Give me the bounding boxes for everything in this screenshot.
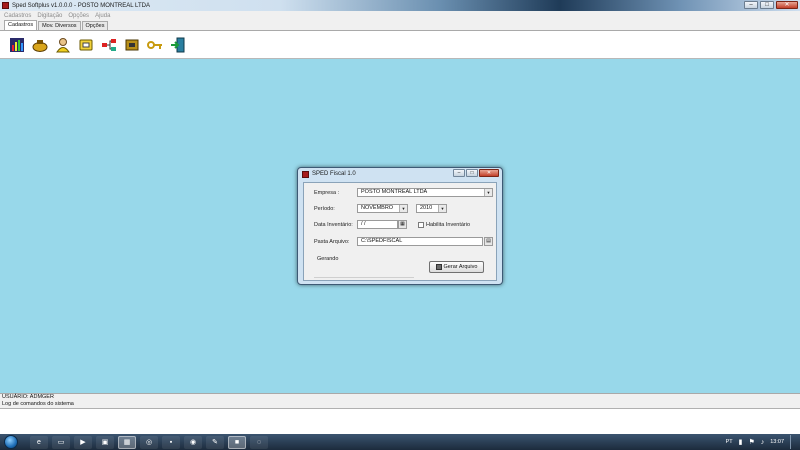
box-icon[interactable] [123,36,140,53]
tab-cadastros[interactable]: Cadastros [4,20,38,30]
tab-mov-diversos[interactable]: Mov. Diversos [38,21,81,30]
tool-taskbar-icon[interactable]: ✎ [206,435,224,449]
ie-taskbar-icon[interactable]: e [30,435,48,449]
calendar-icon[interactable]: ▦ [398,220,407,229]
mes-select[interactable]: NOVEMBRO ▼ [357,204,408,213]
sped-fiscal-dialog: SPED Fiscal 1.0 – □ ✕ Empresa : POSTO MO… [297,167,503,285]
dialog-app-icon [302,170,309,178]
data-inventario-label: Data Inventário: [314,222,353,228]
system-tray: PT ▮ ⚑ ♪ 13:07 [726,434,796,450]
chevron-down-icon[interactable]: ▼ [484,189,492,196]
dialog-minimize-button[interactable]: – [453,169,465,177]
ano-value: 2010 [420,205,433,211]
exit-icon[interactable] [169,36,186,53]
disk-icon [435,264,442,270]
chevron-down-icon[interactable]: ▼ [399,205,407,212]
ano-select[interactable]: 2010 ▼ [416,204,447,213]
minimize-button[interactable]: – [744,1,758,9]
start-button[interactable] [4,435,18,449]
gerar-arquivo-button[interactable]: Gerar Arquivo [429,261,484,273]
habilita-inventario-checkbox[interactable] [418,222,424,228]
menu-opcoes[interactable]: Opções [68,13,89,19]
keys-icon[interactable] [146,36,163,53]
window-controls: – □ ✕ [744,1,798,9]
window-taskbar-icon[interactable]: ▦ [118,435,136,449]
mes-value: NOVEMBRO [361,205,394,211]
dialog-maximize-button[interactable]: □ [466,169,478,177]
log-caption: Log de comandos do sistema [0,401,800,408]
toolbar [0,31,800,59]
log-area[interactable] [0,408,800,434]
dialog-close-button[interactable]: ✕ [479,169,499,177]
explorer-taskbar-icon[interactable]: ▭ [52,435,70,449]
menu-digitacao[interactable]: Digitação [37,13,62,19]
show-desktop-button[interactable] [790,435,796,449]
taskbar: e ▭ ▶ ▣ ▦ ◎ ▪ ◉ ✎ ■ ◌ PT ▮ ⚑ ♪ 13:07 [0,434,800,450]
language-indicator[interactable]: PT [726,439,733,445]
periodo-label: Período: [314,206,335,212]
data-inventario-input[interactable]: / / [357,220,398,229]
volume-tray-icon[interactable]: ♪ [761,439,765,446]
dialog-body: Empresa : POSTO MONTREAL LTDA ▼ Período:… [303,182,497,281]
menu-cadastros[interactable]: Cadastros [4,13,31,19]
window-title: Sped Softplus v1.0.0.0 - POSTO MONTREAL … [12,2,150,9]
tab-opcoes[interactable]: Opções [81,21,109,30]
status-text: Gerando [317,256,339,262]
user-icon[interactable] [54,36,71,53]
habilita-inventario-label: Habilita Inventário [426,222,471,228]
clock[interactable]: 13:07 [770,439,784,445]
app-taskbar-icon[interactable]: ▣ [96,435,114,449]
maximize-button[interactable]: □ [760,1,774,9]
empresa-value: POSTO MONTREAL LTDA [361,189,428,195]
pasta-arquivo-label: Pasta Arquivo: [314,239,350,245]
bag-icon[interactable] [31,36,48,53]
network-icon[interactable] [100,36,117,53]
flag-tray-icon[interactable]: ⚑ [748,438,754,446]
chart-icon[interactable] [8,36,25,53]
user-status-bar: USUÁRIO: ADMGER [0,393,800,401]
folder-icon[interactable] [77,36,94,53]
dialog-titlebar: SPED Fiscal 1.0 – □ ✕ [298,168,502,180]
sped-taskbar-icon[interactable]: ■ [228,435,246,449]
globe-taskbar-icon[interactable]: ◎ [140,435,158,449]
empresa-label: Empresa : [314,190,340,196]
chevron-down-icon[interactable]: ▼ [438,205,446,212]
menu-ajuda[interactable]: Ajuda [95,13,110,19]
close-button[interactable]: ✕ [776,1,798,9]
taskbar-items: e ▭ ▶ ▣ ▦ ◎ ▪ ◉ ✎ ■ ◌ [30,435,268,449]
gerar-arquivo-label: Gerar Arquivo [443,264,478,270]
status-divider [314,277,414,278]
app-icon [2,2,9,9]
menu-bar: Cadastros Digitação Opções Ajuda [0,11,800,21]
terminal-taskbar-icon[interactable]: ▪ [162,435,180,449]
dialog-controls: – □ ✕ [453,169,499,177]
dialog-title: SPED Fiscal 1.0 [312,171,356,177]
pasta-arquivo-input[interactable]: C:\SPEDFISCAL [357,237,483,246]
fox-taskbar-icon[interactable]: ◉ [184,435,202,449]
tab-strip: Cadastros Mov. Diversos Opções [0,20,800,31]
folder-browse-icon[interactable]: ▤ [484,237,493,246]
empresa-select[interactable]: POSTO MONTREAL LTDA ▼ [357,188,493,197]
network-tray-icon[interactable]: ▮ [739,438,743,446]
media-taskbar-icon[interactable]: ▶ [74,435,92,449]
window-titlebar: Sped Softplus v1.0.0.0 - POSTO MONTREAL … [0,0,800,11]
misc-taskbar-icon[interactable]: ◌ [250,435,268,449]
